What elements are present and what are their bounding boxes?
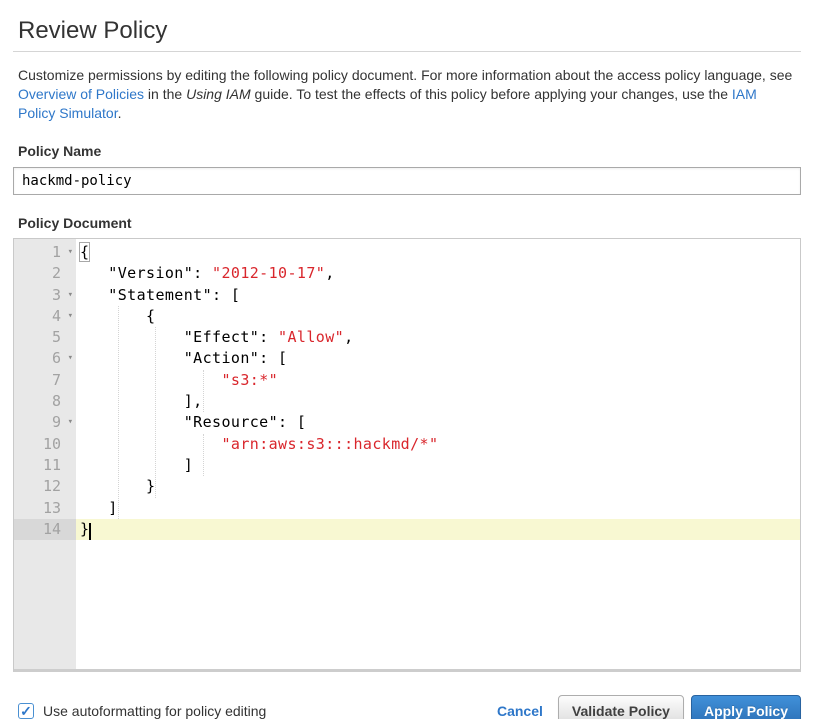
code-token: } — [80, 477, 155, 495]
code-token: "Statement": [ — [80, 286, 240, 304]
code-string-token: "s3:*" — [221, 371, 278, 389]
gutter-line-number: 14 — [14, 519, 76, 540]
intro-part-1: Customize permissions by editing the fol… — [18, 67, 792, 83]
code-token: , — [344, 328, 353, 346]
code-line[interactable]: { — [76, 242, 800, 263]
code-line[interactable]: "Effect": "Allow", — [76, 327, 800, 348]
autoformat-checkbox[interactable]: ✓ — [18, 703, 34, 719]
code-string-token: "arn:aws:s3:::hackmd/*" — [221, 435, 438, 453]
editor-code-lines[interactable]: { "Version": "2012-10-17", "Statement": … — [76, 239, 800, 669]
line-number: 12 — [43, 477, 61, 495]
code-line[interactable]: "s3:*" — [76, 370, 800, 391]
validate-policy-button[interactable]: Validate Policy — [558, 695, 684, 719]
code-token: ], — [80, 392, 203, 410]
footer-bar: ✓ Use autoformatting for policy editing … — [13, 695, 801, 719]
code-line[interactable]: ] — [76, 498, 800, 519]
apply-policy-button[interactable]: Apply Policy — [691, 695, 801, 719]
code-string-token: "2012-10-17" — [212, 264, 325, 282]
code-fold-arrow-icon[interactable]: ▾ — [68, 306, 73, 327]
gutter-line-number: 3▾ — [14, 285, 76, 306]
policy-document-editor[interactable]: 1▾23▾4▾56▾789▾1011121314 { "Version": "2… — [13, 238, 801, 672]
gutter-line-number: 1▾ — [14, 242, 76, 263]
text-cursor — [89, 523, 91, 540]
gutter-line-number: 12 — [14, 476, 76, 497]
code-fold-arrow-icon[interactable]: ▾ — [68, 412, 73, 433]
line-number: 9 — [52, 413, 61, 431]
gutter-line-number: 9▾ — [14, 412, 76, 433]
line-number: 2 — [52, 264, 61, 282]
policy-document-label: Policy Document — [18, 215, 796, 231]
intro-part-3: guide. To test the effects of this polic… — [251, 86, 732, 102]
code-line[interactable]: } — [76, 519, 800, 540]
code-fold-arrow-icon[interactable]: ▾ — [68, 348, 73, 369]
line-number: 7 — [52, 371, 61, 389]
code-token — [80, 435, 221, 453]
editor-gutter: 1▾23▾4▾56▾789▾1011121314 — [14, 239, 76, 669]
code-line[interactable]: "Version": "2012-10-17", — [76, 263, 800, 284]
gutter-line-number: 2 — [14, 263, 76, 284]
line-number: 8 — [52, 392, 61, 410]
page-title: Review Policy — [18, 16, 796, 45]
line-number: 1 — [52, 243, 61, 261]
code-token: { — [80, 243, 89, 261]
line-number: 11 — [43, 456, 61, 474]
line-number: 3 — [52, 286, 61, 304]
gutter-line-number: 8 — [14, 391, 76, 412]
code-token: "Effect": — [80, 328, 278, 346]
autoformat-label: Use autoformatting for policy editing — [43, 703, 266, 719]
title-divider — [13, 51, 801, 52]
code-token: { — [80, 307, 155, 325]
intro-part-4: . — [118, 105, 122, 121]
code-line[interactable]: "Action": [ — [76, 348, 800, 369]
code-line[interactable]: "Resource": [ — [76, 412, 800, 433]
action-buttons: Cancel Validate Policy Apply Policy — [497, 695, 801, 719]
line-number: 5 — [52, 328, 61, 346]
intro-part-2: in the — [144, 86, 186, 102]
intro-text: Customize permissions by editing the fol… — [18, 66, 796, 123]
review-policy-page: Review Policy Customize permissions by e… — [0, 16, 814, 719]
policy-name-input[interactable] — [13, 167, 801, 195]
line-number: 4 — [52, 307, 61, 325]
code-line[interactable]: "Statement": [ — [76, 285, 800, 306]
code-fold-arrow-icon[interactable]: ▾ — [68, 242, 73, 263]
gutter-line-number: 13 — [14, 498, 76, 519]
line-number: 14 — [43, 520, 61, 538]
using-iam-guide-name: Using IAM — [186, 86, 251, 102]
line-number: 13 — [43, 499, 61, 517]
policy-name-label: Policy Name — [18, 143, 796, 159]
code-token: } — [80, 520, 89, 538]
gutter-line-number: 7 — [14, 370, 76, 391]
gutter-line-number: 6▾ — [14, 348, 76, 369]
code-string-token: "Allow" — [278, 328, 344, 346]
line-number: 6 — [52, 349, 61, 367]
code-token: ] — [80, 456, 193, 474]
code-fold-arrow-icon[interactable]: ▾ — [68, 285, 73, 306]
gutter-line-number: 4▾ — [14, 306, 76, 327]
overview-of-policies-link[interactable]: Overview of Policies — [18, 86, 144, 102]
cancel-button[interactable]: Cancel — [497, 703, 543, 719]
code-line[interactable]: "arn:aws:s3:::hackmd/*" — [76, 434, 800, 455]
code-line[interactable]: ] — [76, 455, 800, 476]
gutter-line-number: 10 — [14, 434, 76, 455]
code-token: "Resource": [ — [80, 413, 306, 431]
code-token: ] — [80, 499, 118, 517]
code-token: , — [325, 264, 334, 282]
code-token: "Action": [ — [80, 349, 287, 367]
autoformat-checkbox-row[interactable]: ✓ Use autoformatting for policy editing — [18, 703, 266, 719]
code-line[interactable]: { — [76, 306, 800, 327]
code-line[interactable]: ], — [76, 391, 800, 412]
code-token — [80, 371, 221, 389]
gutter-line-number: 11 — [14, 455, 76, 476]
code-line[interactable]: } — [76, 476, 800, 497]
line-number: 10 — [43, 435, 61, 453]
code-token: "Version": — [80, 264, 212, 282]
gutter-line-number: 5 — [14, 327, 76, 348]
